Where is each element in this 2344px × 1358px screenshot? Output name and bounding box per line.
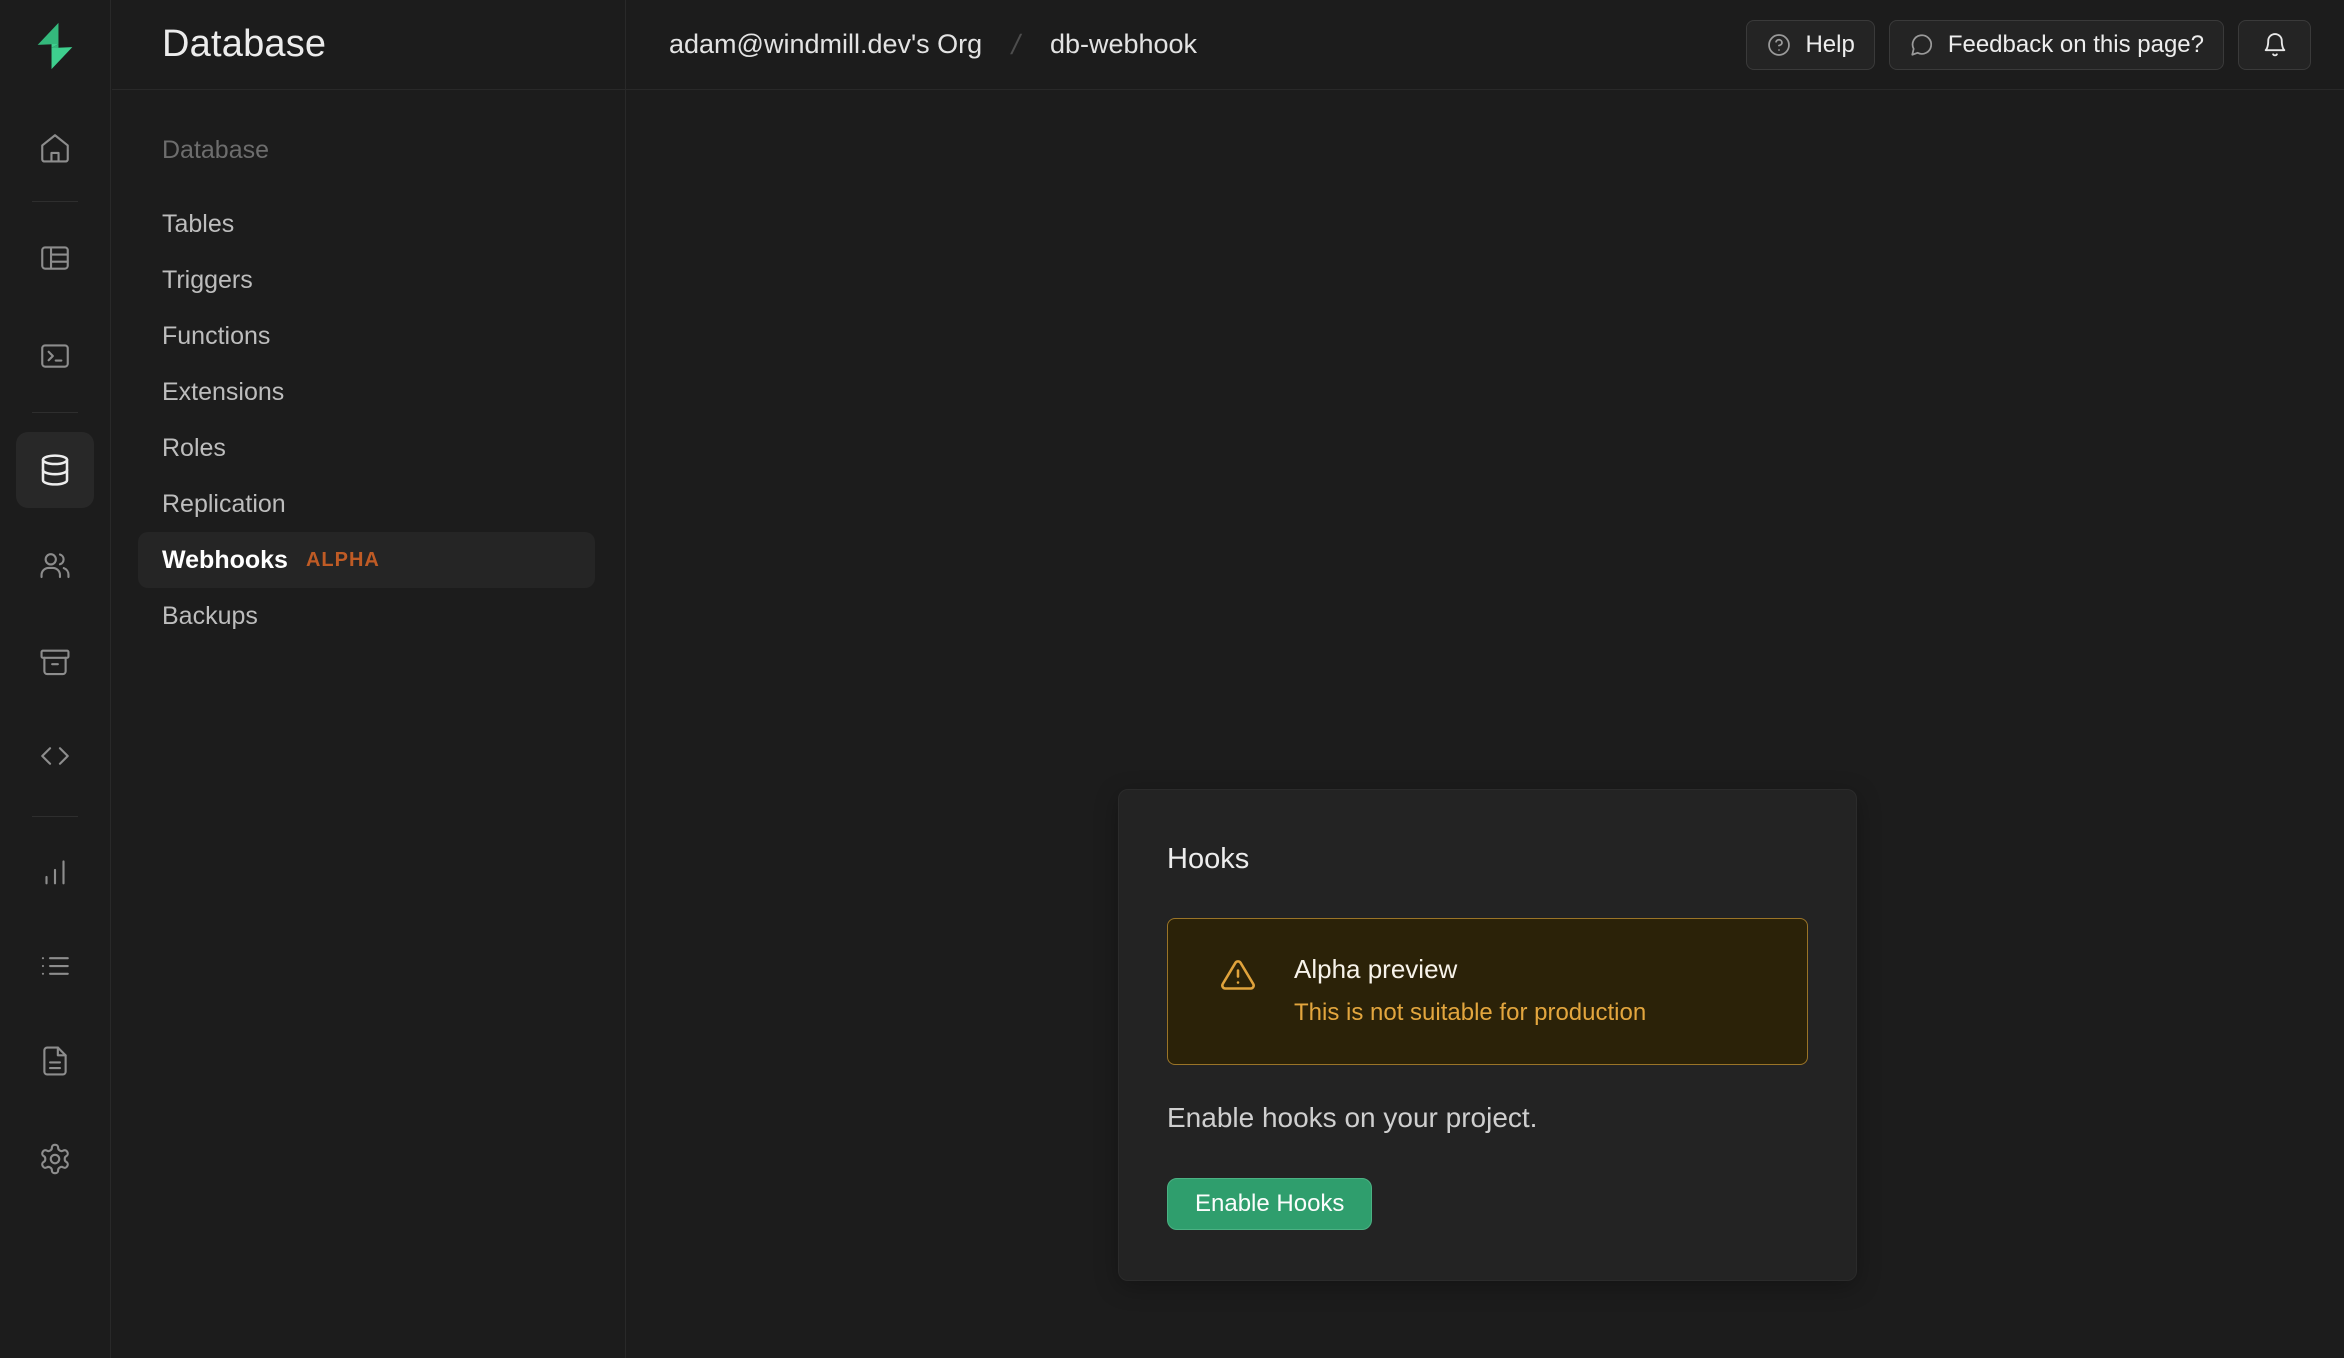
- breadcrumb: adam@windmill.dev's Org / db-webhook: [669, 29, 1197, 61]
- menu-group-label: Database: [138, 134, 595, 166]
- main-content: Hooks Alpha preview This is not suitable…: [626, 91, 2344, 1358]
- top-header-bar: adam@windmill.dev's Org / db-webhook Hel…: [626, 0, 2344, 90]
- breadcrumb-org[interactable]: adam@windmill.dev's Org: [669, 29, 982, 60]
- notifications-button[interactable]: [2238, 20, 2311, 70]
- alpha-badge: ALPHA: [306, 549, 380, 572]
- supabase-logo[interactable]: [25, 16, 85, 76]
- sidebar-header: Database: [112, 0, 625, 90]
- feedback-bubble-icon: [1909, 32, 1935, 58]
- sidebar-item-home[interactable]: [19, 112, 91, 184]
- sidebar-item-webhooks[interactable]: Webhooks ALPHA: [138, 532, 595, 588]
- sidebar-menu: Database Tables Triggers Functions Exten…: [112, 90, 625, 644]
- page-title: Database: [162, 23, 326, 66]
- sidebar-item-api-docs[interactable]: [19, 1025, 91, 1097]
- supabase-bolt-icon: [29, 20, 81, 72]
- help-button[interactable]: Help: [1746, 20, 1874, 70]
- sidebar-item-triggers[interactable]: Triggers: [138, 252, 595, 308]
- sidebar-item-tables[interactable]: Tables: [138, 196, 595, 252]
- sidebar-item-logs[interactable]: [19, 930, 91, 1002]
- rail-divider: [32, 412, 78, 413]
- breadcrumb-separator: /: [1009, 29, 1024, 61]
- home-icon: [38, 131, 72, 165]
- alert-title: Alpha preview: [1294, 953, 1646, 985]
- sidebar-item-storage[interactable]: [19, 626, 91, 698]
- feedback-button[interactable]: Feedback on this page?: [1889, 20, 2224, 70]
- sidebar-item-roles[interactable]: Roles: [138, 420, 595, 476]
- header-actions: Help Feedback on this page?: [1746, 20, 2311, 70]
- sidebar-item-edge-functions[interactable]: [19, 720, 91, 792]
- table-editor-icon: [38, 241, 72, 275]
- sidebar-item-auth[interactable]: [19, 529, 91, 601]
- logs-icon: [38, 949, 72, 983]
- nav-rail: [0, 0, 111, 1358]
- card-body-text: Enable hooks on your project.: [1167, 1102, 1808, 1134]
- feedback-button-label: Feedback on this page?: [1948, 31, 2204, 59]
- api-docs-icon: [38, 1044, 72, 1078]
- storage-icon: [38, 645, 72, 679]
- help-circle-icon: [1766, 32, 1792, 58]
- sidebar-item-database[interactable]: [16, 432, 94, 508]
- database-icon: [37, 452, 73, 488]
- sidebar-item-extensions[interactable]: Extensions: [138, 364, 595, 420]
- auth-users-icon: [38, 548, 72, 582]
- sidebar-item-reports[interactable]: [19, 836, 91, 908]
- sidebar-item-replication[interactable]: Replication: [138, 476, 595, 532]
- warning-triangle-icon: [1220, 957, 1256, 993]
- breadcrumb-project[interactable]: db-webhook: [1050, 29, 1197, 60]
- sql-editor-icon: [38, 339, 72, 373]
- settings-icon: [38, 1142, 72, 1176]
- help-button-label: Help: [1805, 31, 1854, 59]
- sidebar-item-table-editor[interactable]: [19, 222, 91, 294]
- reports-icon: [38, 855, 72, 889]
- enable-hooks-button[interactable]: Enable Hooks: [1167, 1178, 1372, 1230]
- edge-functions-icon: [38, 739, 72, 773]
- card-title: Hooks: [1167, 842, 1808, 876]
- sidebar-item-functions[interactable]: Functions: [138, 308, 595, 364]
- alert-description: This is not suitable for production: [1294, 998, 1646, 1028]
- sidebar-item-settings[interactable]: [19, 1123, 91, 1195]
- alpha-preview-alert: Alpha preview This is not suitable for p…: [1167, 918, 1808, 1065]
- bell-icon: [2261, 31, 2289, 59]
- enable-hooks-button-label: Enable Hooks: [1195, 1190, 1344, 1218]
- hooks-card: Hooks Alpha preview This is not suitable…: [1118, 789, 1857, 1281]
- database-sidebar: Database Database Tables Triggers Functi…: [112, 0, 626, 1358]
- sidebar-item-sql-editor[interactable]: [19, 320, 91, 392]
- sidebar-item-backups[interactable]: Backups: [138, 588, 595, 644]
- alert-text: Alpha preview This is not suitable for p…: [1294, 953, 1646, 1028]
- rail-divider: [32, 816, 78, 817]
- rail-divider: [32, 201, 78, 202]
